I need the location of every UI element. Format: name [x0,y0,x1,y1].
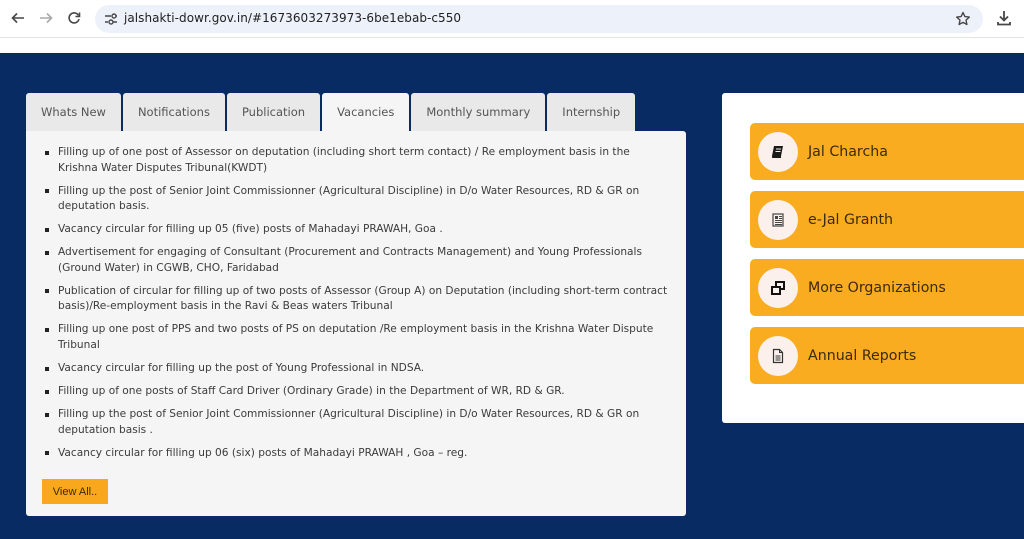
site-info-button[interactable] [103,11,119,27]
bullet-icon [45,451,49,456]
bullet-icon [45,150,49,155]
downloads-button[interactable] [994,8,1014,28]
window-restore-icon [758,267,798,308]
tab-whats-new[interactable]: Whats New [26,93,121,131]
quick-link-annual-reports[interactable]: Annual Reports [750,327,1024,384]
vacancy-link[interactable]: Filling up of one posts of Staff Card Dr… [58,385,565,397]
star-icon [956,11,970,26]
quick-link-label: More Organizations [808,279,946,296]
view-all-button[interactable]: View All.. [42,479,108,504]
list-item[interactable]: Filling up the post of Senior Joint Comm… [44,407,669,438]
tune-icon [105,13,117,25]
list-item[interactable]: Advertisement for engaging of Consultant… [44,245,669,276]
back-button[interactable] [8,8,28,28]
book-icon [758,131,798,172]
list-item[interactable]: Filling up of one posts of Staff Card Dr… [44,384,669,400]
quick-link-label: Jal Charcha [808,143,888,160]
list-item[interactable]: Publication of circular for filling up o… [44,284,669,315]
bookmark-button[interactable] [953,9,973,29]
vacancies-panel: Filling up of one post of Assessor on de… [26,131,686,516]
vacancies-list: Filling up of one post of Assessor on de… [44,145,669,469]
tab-publication[interactable]: Publication [226,93,321,131]
bullet-icon [45,227,49,232]
vacancy-link[interactable]: Advertisement for engaging of Consultant… [58,246,642,274]
list-item[interactable]: Filling up the post of Senior Joint Comm… [44,184,669,215]
vacancy-link[interactable]: Publication of circular for filling up o… [58,285,667,313]
content-tabs: Whats New Notifications Publication Vaca… [26,93,636,131]
forward-button[interactable] [36,8,56,28]
vacancy-link[interactable]: Vacancy circular for filling up 06 (six)… [58,447,467,459]
newspaper-icon [758,199,798,240]
quick-link-label: Annual Reports [808,347,917,364]
quick-links-card: Jal Charcha e-Jal Granth More Organizati… [722,93,1024,423]
vacancy-link[interactable]: Filling up the post of Senior Joint Comm… [58,185,639,213]
browser-toolbar: jalshakti-dowr.gov.in/#1673603273973-6be… [0,0,1024,38]
bullet-icon [45,389,49,394]
bullet-icon [45,189,49,194]
quick-link-more-organizations[interactable]: More Organizations [750,259,1024,316]
tab-monthly-summary[interactable]: Monthly summary [411,93,546,131]
quick-link-jal-charcha[interactable]: Jal Charcha [750,123,1024,180]
list-item[interactable]: Filling up one post of PPS and two posts… [44,322,669,353]
tab-internship[interactable]: Internship [547,93,636,131]
bullet-icon [45,250,49,255]
bullet-icon [45,412,49,417]
page-top-strip [0,39,1024,53]
bullet-icon [45,366,49,371]
reload-icon [68,12,81,24]
bullet-icon [45,327,49,332]
tab-notifications[interactable]: Notifications [122,93,225,131]
bullet-icon [45,289,49,294]
vacancy-link[interactable]: Vacancy circular for filling up 05 (five… [58,223,443,235]
list-item[interactable]: Vacancy circular for filling up 06 (six)… [44,446,669,462]
quick-link-e-jal-granth[interactable]: e-Jal Granth [750,191,1024,248]
vacancy-link[interactable]: Vacancy circular for filling up the post… [58,362,424,374]
vacancy-link[interactable]: Filling up the post of Senior Joint Comm… [58,408,639,436]
tab-vacancies[interactable]: Vacancies [322,93,410,131]
quick-link-label: e-Jal Granth [808,211,894,228]
url-text[interactable]: jalshakti-dowr.gov.in/#1673603273973-6be… [124,11,461,25]
vacancy-link[interactable]: Filling up of one post of Assessor on de… [58,146,630,174]
list-item[interactable]: Vacancy circular for filling up 05 (five… [44,222,669,238]
download-icon [997,11,1011,26]
reload-button[interactable] [64,8,84,28]
document-icon [758,335,798,376]
list-item[interactable]: Vacancy circular for filling up the post… [44,361,669,377]
list-item[interactable]: Filling up of one post of Assessor on de… [44,145,669,176]
arrow-right-icon [40,12,53,24]
address-bar[interactable]: jalshakti-dowr.gov.in/#1673603273973-6be… [95,5,983,33]
vacancy-link[interactable]: Filling up one post of PPS and two posts… [58,323,653,351]
arrow-left-icon [11,12,24,24]
